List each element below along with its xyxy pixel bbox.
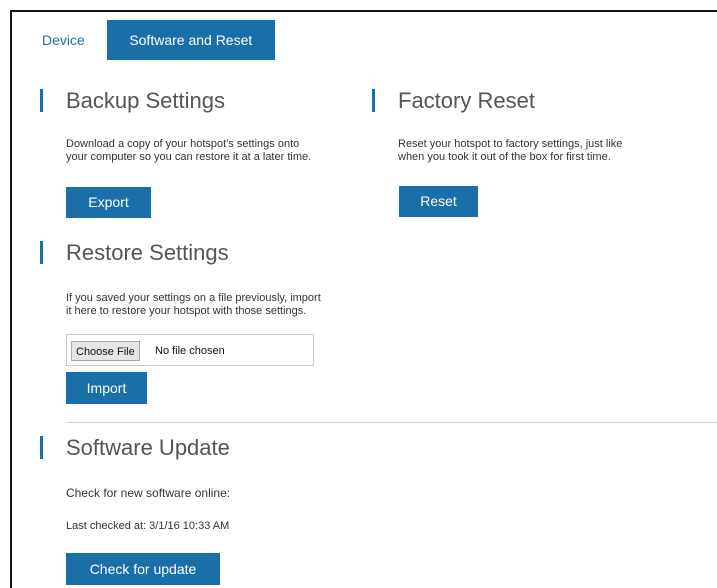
choose-file-button[interactable]: Choose File [71, 341, 140, 361]
update-title: Software Update [40, 433, 360, 463]
factory-description: Reset your hotspot to factory settings, … [398, 138, 698, 164]
file-input[interactable]: Choose File No file chosen [66, 334, 314, 366]
restore-description-line2: it here to restore your hotspot with tho… [66, 305, 307, 317]
export-button[interactable]: Export [66, 187, 151, 218]
tab-device[interactable]: Device [30, 20, 97, 60]
backup-description: Download a copy of your hotspot's settin… [66, 138, 366, 164]
backup-section: Backup Settings [40, 86, 360, 116]
tab-bar: Device Software and Reset [30, 20, 275, 60]
tab-software-and-reset[interactable]: Software and Reset [106, 20, 275, 60]
factory-description-line2: when you took it out of the box for firs… [398, 151, 611, 163]
backup-title-text: Backup Settings [66, 88, 225, 113]
restore-section: Restore Settings [40, 238, 360, 268]
reset-button[interactable]: Reset [399, 186, 478, 217]
restore-description-line1: If you saved your settings on a file pre… [66, 292, 321, 304]
section-accent-bar [40, 436, 43, 459]
check-online-label: Check for new software online: [66, 486, 231, 500]
import-button[interactable]: Import [66, 372, 147, 404]
section-accent-bar [40, 241, 43, 264]
update-title-text: Software Update [66, 435, 230, 460]
restore-title-text: Restore Settings [66, 240, 229, 265]
backup-title: Backup Settings [40, 86, 360, 116]
factory-section: Factory Reset [372, 86, 692, 116]
backup-description-line1: Download a copy of your hotspot's settin… [66, 138, 300, 150]
check-for-update-button[interactable]: Check for update [66, 553, 220, 585]
restore-title: Restore Settings [40, 238, 360, 268]
factory-title-text: Factory Reset [398, 88, 535, 113]
section-accent-bar [372, 89, 375, 112]
backup-description-line2: your computer so you can restore it at a… [66, 151, 312, 163]
factory-description-line1: Reset your hotspot to factory settings, … [398, 138, 623, 150]
section-accent-bar [40, 89, 43, 112]
section-divider [66, 422, 717, 423]
update-section: Software Update [40, 433, 360, 463]
last-checked-text: Last checked at: 3/1/16 10:33 AM [66, 520, 230, 532]
factory-title: Factory Reset [372, 86, 692, 116]
file-status-text: No file chosen [155, 345, 225, 357]
restore-description: If you saved your settings on a file pre… [66, 292, 376, 318]
